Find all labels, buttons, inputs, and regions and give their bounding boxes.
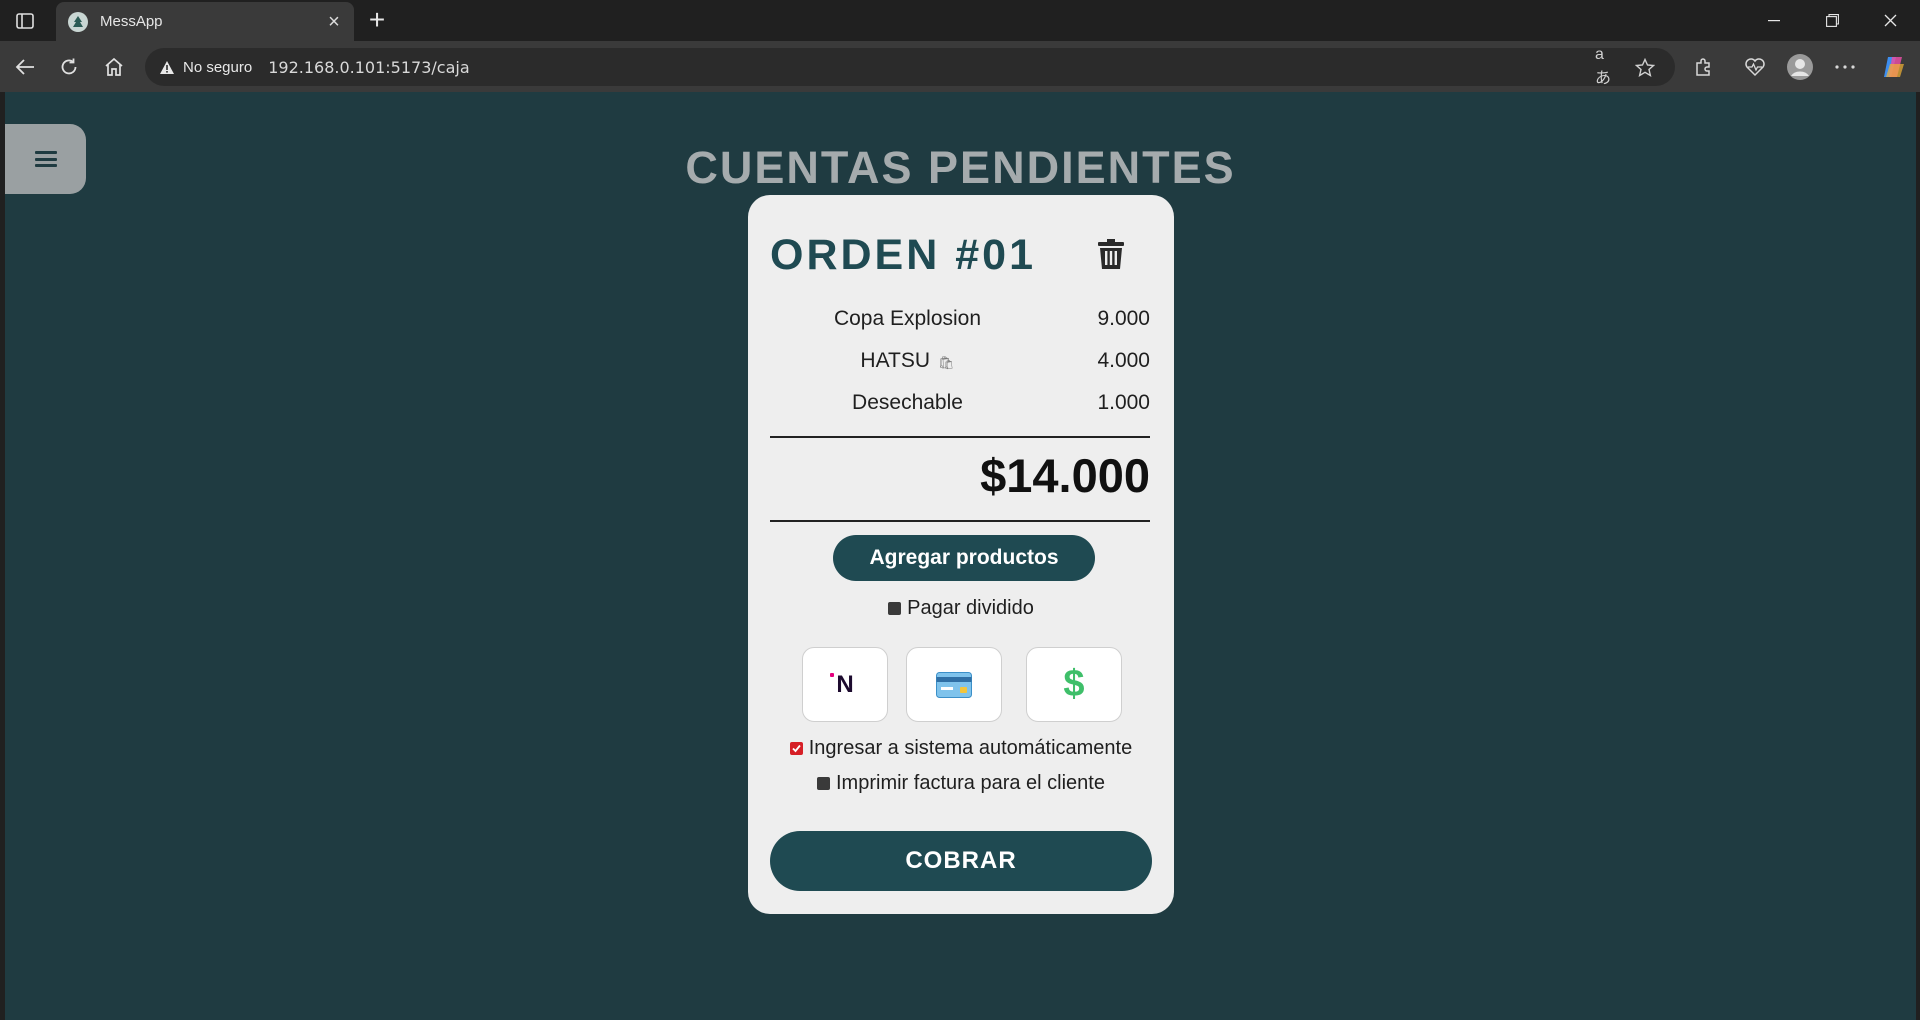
pay-cash-button[interactable]: $ (1026, 647, 1122, 722)
restore-icon[interactable] (1803, 0, 1861, 41)
browser-tab-bar: MessApp × + (0, 0, 1920, 41)
warning-icon (160, 60, 174, 74)
add-products-button[interactable]: Agregar productos (833, 535, 1095, 581)
pay-card-button[interactable] (906, 647, 1002, 722)
item-price: 4.000 (1097, 349, 1150, 372)
print-invoice-option[interactable]: Imprimir factura para el cliente (748, 772, 1174, 795)
close-window-icon[interactable] (1861, 0, 1919, 41)
split-payment-checkbox[interactable] (888, 602, 902, 615)
print-invoice-label: Imprimir factura para el cliente (836, 772, 1105, 794)
list-item[interactable]: Desechable 1.000 (770, 383, 1150, 425)
browser-toolbar: No seguro 192.168.0.101:5173/caja aあ (0, 41, 1920, 92)
tab-favicon-icon (68, 11, 88, 32)
auto-register-label: Ingresar a sistema automáticamente (808, 737, 1133, 759)
tab-close-icon[interactable]: × (320, 12, 348, 32)
divider (770, 436, 1150, 438)
order-items-list: Copa Explosion 9.000 HATSU 🛍 4.000 Desech… (770, 299, 1150, 425)
charge-button[interactable]: COBRAR (770, 831, 1152, 891)
browser-tab[interactable]: MessApp × (56, 2, 354, 41)
address-bar[interactable]: No seguro 192.168.0.101:5173/caja aあ (145, 46, 1675, 87)
dollar-sign-icon: $ (1063, 663, 1085, 705)
new-tab-icon[interactable]: + (362, 6, 392, 36)
nequi-logo-icon: N (830, 671, 854, 699)
list-item[interactable]: Copa Explosion 9.000 (770, 299, 1150, 341)
credit-card-icon (936, 671, 972, 698)
health-icon[interactable] (1740, 52, 1770, 82)
page-viewport: CUENTAS PENDIENTES ORDEN #01 Copa Explos… (5, 92, 1916, 1020)
copilot-icon[interactable] (1878, 52, 1908, 82)
url-text[interactable]: 192.168.0.101:5173/caja (268, 58, 469, 77)
takeaway-bag-icon: 🛍 (938, 355, 955, 370)
more-options-icon[interactable] (1830, 52, 1860, 82)
order-title: ORDEN #01 (770, 231, 1036, 279)
delete-order-trash-icon[interactable] (1098, 239, 1124, 269)
auto-register-option[interactable]: Ingresar a sistema automáticamente (748, 737, 1174, 760)
page-title: CUENTAS PENDIENTES (685, 142, 1236, 193)
home-icon[interactable] (97, 50, 131, 84)
split-payment-option[interactable]: Pagar dividido (748, 597, 1174, 620)
refresh-icon[interactable] (52, 50, 86, 84)
list-item[interactable]: HATSU 🛍 4.000 (770, 341, 1150, 383)
item-name: Desechable (852, 391, 963, 414)
favorite-star-icon[interactable] (1633, 56, 1657, 78)
divider (770, 520, 1150, 522)
profile-avatar-icon[interactable] (1785, 52, 1815, 82)
item-name: HATSU (860, 349, 931, 372)
extensions-icon[interactable] (1688, 52, 1718, 82)
back-arrow-icon[interactable] (8, 50, 42, 84)
read-aloud-icon[interactable]: aあ (1595, 46, 1619, 87)
minimize-icon[interactable] (1745, 0, 1803, 41)
order-total: $14.000 (980, 449, 1150, 502)
tab-actions-icon[interactable] (10, 9, 40, 33)
tab-title: MessApp (100, 13, 163, 30)
print-invoice-checkbox[interactable] (817, 777, 830, 790)
split-payment-label: Pagar dividido (907, 597, 1034, 619)
order-card: ORDEN #01 Copa Explosion 9.000 HATSU 🛍 4.… (748, 195, 1174, 914)
pay-nequi-button[interactable]: N (802, 647, 888, 722)
item-price: 1.000 (1097, 391, 1150, 414)
security-label[interactable]: No seguro (183, 59, 252, 76)
auto-register-checkbox[interactable] (789, 742, 803, 755)
item-price: 9.000 (1097, 307, 1150, 330)
item-name: Copa Explosion (833, 307, 982, 330)
